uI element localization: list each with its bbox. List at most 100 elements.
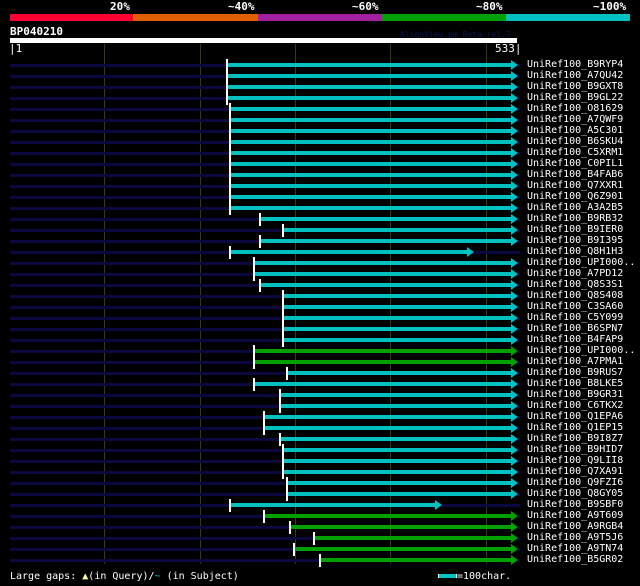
- hit-label[interactable]: UniRef100_B9GR31: [527, 389, 623, 400]
- hit-start-tick: [281, 334, 284, 347]
- hit-bar: [230, 107, 513, 111]
- hit-start-tick: [252, 268, 255, 281]
- hit-label[interactable]: UniRef100_Q8GY05: [527, 488, 623, 499]
- hit-bar: [264, 514, 513, 518]
- hit-bar: [253, 272, 513, 276]
- hit-bar: [282, 305, 513, 309]
- arrow-right-icon: [511, 170, 518, 180]
- legend-label: ~80%: [476, 0, 503, 13]
- scale-legend: =100char.: [438, 571, 511, 582]
- hit-label[interactable]: UniRef100_B4FAP9: [527, 334, 623, 345]
- hit-bar: [230, 250, 470, 254]
- hit-start-tick: [229, 246, 232, 259]
- hit-label[interactable]: UniRef100_Q8H1H3: [527, 246, 623, 257]
- hit-label[interactable]: UniRef100_B6SKU4: [527, 136, 623, 147]
- hit-bar: [319, 558, 513, 562]
- hit-bar: [230, 140, 513, 144]
- hit-label[interactable]: UniRef100_A7PMA1: [527, 356, 623, 367]
- arrow-right-icon: [511, 225, 518, 235]
- hit-label[interactable]: UniRef100_C0PIL1: [527, 158, 623, 169]
- grid-line: [486, 44, 487, 564]
- arrow-right-icon: [511, 126, 518, 136]
- arrow-right-icon: [511, 511, 518, 521]
- hit-label[interactable]: UniRef100_B8LKE5: [527, 378, 623, 389]
- hit-bar: [282, 459, 513, 463]
- hit-bar: [230, 195, 513, 199]
- hit-bar: [227, 85, 513, 89]
- hit-label[interactable]: UniRef100_Q1EPA6: [527, 411, 623, 422]
- hit-label[interactable]: UniRef100_Q1EP15: [527, 422, 623, 433]
- arrow-right-icon: [511, 434, 518, 444]
- hit-bar: [230, 503, 437, 507]
- hit-label[interactable]: UniRef100_Q9FZI6: [527, 477, 623, 488]
- hit-label[interactable]: UniRef100_UPI000..: [527, 345, 635, 356]
- hit-label[interactable]: UniRef100_B9RUS7: [527, 367, 623, 378]
- hit-label[interactable]: UniRef100_Q9LII8: [527, 455, 623, 466]
- hit-bar: [282, 338, 513, 342]
- hit-label[interactable]: UniRef100_A5C301: [527, 125, 623, 136]
- hit-label[interactable]: UniRef100_B4FAB6: [527, 169, 623, 180]
- arrow-right-icon: [511, 346, 518, 356]
- hit-bar: [227, 63, 513, 67]
- hit-label[interactable]: UniRef100_B9GL22: [527, 92, 623, 103]
- hit-label[interactable]: UniRef100_A7QWF9: [527, 114, 623, 125]
- hit-label[interactable]: UniRef100_Q8S3S1: [527, 279, 623, 290]
- hit-label[interactable]: UniRef100_B9HID7: [527, 444, 623, 455]
- hit-label[interactable]: UniRef100_C6TKX2: [527, 400, 623, 411]
- hit-label[interactable]: UniRef100_A3A2B5: [527, 202, 623, 213]
- hit-label[interactable]: UniRef100_Q6Z901: [527, 191, 623, 202]
- hit-bar: [230, 162, 513, 166]
- hit-label[interactable]: UniRef100_Q7XA91: [527, 466, 623, 477]
- query-bar: [10, 38, 517, 43]
- hit-label[interactable]: UniRef100_A7QU42: [527, 70, 623, 81]
- arrow-right-icon: [511, 291, 518, 301]
- hit-label[interactable]: UniRef100_A9T5J6: [527, 532, 623, 543]
- arrow-right-icon: [511, 280, 518, 290]
- gap-legend: Large gaps: ▲(in Query)/~ (in Subject): [10, 571, 239, 582]
- hit-start-tick: [226, 92, 229, 105]
- arrow-right-icon: [434, 500, 442, 510]
- hit-label[interactable]: UniRef100_B9RYP4: [527, 59, 623, 70]
- query-name: BP040210: [10, 25, 63, 38]
- hit-label[interactable]: UniRef100_B9I395: [527, 235, 623, 246]
- arrow-right-icon: [511, 104, 518, 114]
- hit-label[interactable]: UniRef100_A9T609: [527, 510, 623, 521]
- legend-swatch: [10, 14, 133, 21]
- hit-bar: [287, 492, 513, 496]
- hit-label[interactable]: UniRef100_B9I8Z7: [527, 433, 623, 444]
- arrow-right-icon: [511, 555, 518, 565]
- hit-label[interactable]: UniRef100_B9IER0: [527, 224, 623, 235]
- hit-label[interactable]: UniRef100_A9TN74: [527, 543, 623, 554]
- hit-label[interactable]: UniRef100_A9RGB4: [527, 521, 623, 532]
- arrow-right-icon: [511, 82, 518, 92]
- scale-bar-icon: [438, 574, 457, 578]
- hit-bar: [282, 294, 513, 298]
- legend-swatch: [133, 14, 258, 21]
- arrow-right-icon: [511, 258, 518, 268]
- hit-label[interactable]: UniRef100_B6SPN7: [527, 323, 623, 334]
- hit-label[interactable]: UniRef100_B9SBF0: [527, 499, 623, 510]
- hit-bar: [259, 283, 513, 287]
- hit-start-tick: [263, 510, 266, 523]
- arrow-right-icon: [511, 445, 518, 455]
- hit-label[interactable]: UniRef100_C3SA60: [527, 301, 623, 312]
- hit-label[interactable]: UniRef100_C5Y099: [527, 312, 623, 323]
- arrow-right-icon: [511, 335, 518, 345]
- arrow-right-icon: [511, 159, 518, 169]
- legend-label: ~100%: [593, 0, 627, 13]
- grid-line: [390, 44, 391, 564]
- hit-label[interactable]: UniRef100_B5GR02: [527, 554, 623, 565]
- hit-bar: [264, 415, 513, 419]
- hit-label[interactable]: UniRef100_B9RB32: [527, 213, 623, 224]
- hit-label[interactable]: UniRef100_A7PD12: [527, 268, 623, 279]
- hit-label[interactable]: UniRef100_Q8S408: [527, 290, 623, 301]
- hit-label[interactable]: UniRef100_O81629: [527, 103, 623, 114]
- hit-label[interactable]: UniRef100_B9GXT8: [527, 81, 623, 92]
- hit-label[interactable]: UniRef100_C5XRM1: [527, 147, 623, 158]
- hit-label[interactable]: UniRef100_Q7XXR1: [527, 180, 623, 191]
- ruler-start: |1: [9, 42, 23, 55]
- hit-bar: [314, 536, 513, 540]
- hit-bar: [227, 96, 513, 100]
- hit-start-tick: [278, 433, 281, 446]
- hit-label[interactable]: UniRef100_UPI000..: [527, 257, 635, 268]
